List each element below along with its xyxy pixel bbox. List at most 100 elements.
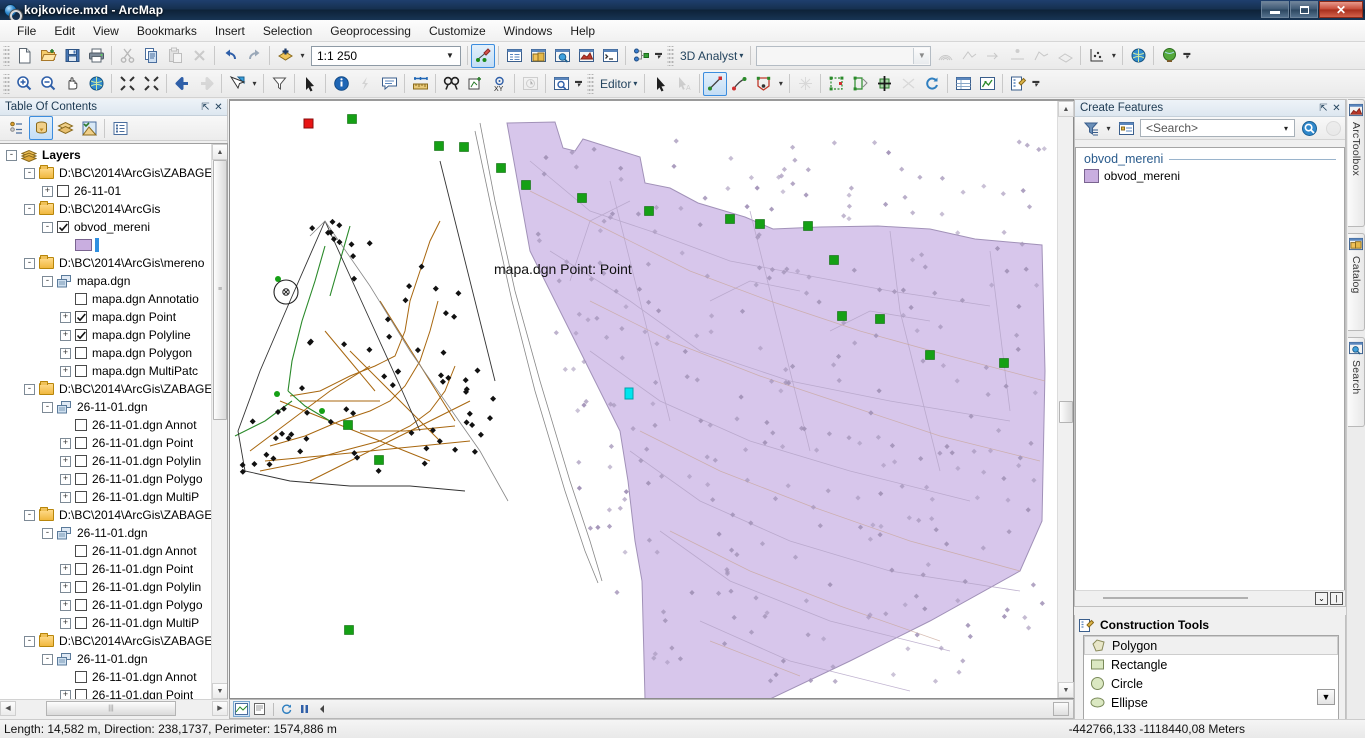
toc-tree-row[interactable]: + mapa.dgn Polyline — [0, 326, 211, 344]
close-button[interactable]: ✕ — [1319, 1, 1363, 18]
list-by-selection-icon[interactable] — [77, 116, 101, 140]
templates-search-input[interactable]: <Search> ▾ — [1140, 119, 1295, 137]
toc-tree-row[interactable]: - D:\BC\2014\ArcGis\ZABAGE — [0, 164, 211, 182]
edit-vertices-icon[interactable] — [824, 72, 848, 96]
toc-tree-row[interactable]: +26-11-01.dgn Point — [0, 434, 211, 452]
collapse-icon[interactable]: - — [24, 635, 35, 647]
map-scale-combo[interactable]: 1:1 250 ▼ — [311, 45, 461, 66]
pause-drawing-icon[interactable] — [296, 701, 313, 717]
layer-checkbox-unchecked[interactable] — [75, 563, 87, 575]
analyst-menu-label[interactable]: 3D Analyst — [676, 49, 739, 63]
collapse-panel-icon[interactable]: ⌄ — [1315, 592, 1328, 605]
layer-checkbox-unchecked[interactable] — [75, 347, 87, 359]
toc-tree[interactable]: - Layers - D:\BC\2014\ArcGis\ZABAGE +26-11-0… — [0, 143, 228, 699]
collapse-icon[interactable]: - — [24, 383, 35, 395]
analyst-overflow-icon[interactable]: ▬ ▾ — [1181, 44, 1192, 68]
side-tab-search[interactable]: Search — [1348, 337, 1365, 427]
rotate-icon[interactable] — [920, 72, 944, 96]
select-elements-icon[interactable] — [298, 72, 322, 96]
paste-icon[interactable] — [163, 44, 187, 68]
menu-file[interactable]: File — [8, 22, 45, 40]
refresh-icon[interactable] — [278, 701, 295, 717]
map-hscroll-track[interactable] — [334, 702, 1071, 716]
list-by-visibility-icon[interactable] — [53, 116, 77, 140]
construction-tool-list[interactable]: Polygon Rectangle Circle Ellipse ▼ — [1083, 635, 1339, 719]
list-by-source-icon[interactable] — [29, 116, 53, 140]
toc-tree-row[interactable]: +26-11-01.dgn Polygo — [0, 596, 211, 614]
create-features-hscrollbar[interactable]: ⌄ | — [1075, 590, 1345, 606]
toolbar-overflow-icon[interactable]: ▬ ▾ — [653, 44, 664, 68]
editor-overflow-icon[interactable]: ▬ ▾ — [1030, 72, 1041, 96]
collapse-icon[interactable]: - — [42, 221, 53, 233]
layer-checkbox-unchecked[interactable] — [75, 671, 87, 683]
toc-tree-row[interactable]: mapa.dgn Annotatio — [0, 290, 211, 308]
expand-icon[interactable]: + — [60, 437, 71, 449]
create-features-close-icon[interactable]: ✕ — [1330, 102, 1343, 115]
delete-icon[interactable] — [187, 44, 211, 68]
editor-menu-label[interactable]: Editor — [596, 77, 633, 91]
search-button-icon[interactable] — [1297, 116, 1321, 140]
pan-icon[interactable] — [60, 72, 84, 96]
toc-tree-row[interactable]: - D:\BC\2014\ArcGis — [0, 200, 211, 218]
midpoint-icon[interactable] — [727, 72, 751, 96]
go-next-extent-icon[interactable] — [194, 72, 218, 96]
expand-icon[interactable]: + — [60, 365, 71, 377]
find-route-icon[interactable] — [463, 72, 487, 96]
analyst-dropdown-icon[interactable]: ▾ — [739, 51, 747, 60]
scroll-left-icon[interactable] — [314, 701, 331, 717]
catalog-window-icon[interactable] — [526, 44, 550, 68]
map-vertical-scrollbar[interactable]: ▲ ▼ — [1057, 101, 1074, 698]
filter-templates-icon[interactable] — [1079, 116, 1103, 140]
toc-tree-row[interactable]: +26-11-01.dgn Polygo — [0, 470, 211, 488]
expand-icon[interactable]: + — [42, 185, 53, 197]
edit-annotation-icon[interactable]: A — [672, 72, 696, 96]
scatter-plot-icon[interactable] — [1084, 44, 1108, 68]
construction-tools-scroll-down-icon[interactable]: ▼ — [1317, 689, 1335, 705]
select-features-icon[interactable] — [225, 72, 249, 96]
expand-icon[interactable]: + — [60, 329, 71, 341]
toc-tree-row[interactable]: +26-11-01.dgn Polylin — [0, 578, 211, 596]
list-by-drawing-order-icon[interactable] — [5, 116, 29, 140]
cut-icon[interactable] — [115, 44, 139, 68]
toc-tree-row[interactable]: +26-11-01.dgn MultiP — [0, 614, 211, 632]
menu-windows[interactable]: Windows — [495, 22, 562, 40]
toc-tree-row[interactable]: 26-11-01.dgn Annot — [0, 542, 211, 560]
scroll-up-icon[interactable]: ▲ — [212, 144, 227, 160]
toc-scroll-thumb[interactable]: ≡ — [213, 160, 227, 420]
collapse-icon[interactable]: - — [24, 167, 35, 179]
fixed-zoom-out-icon[interactable] — [139, 72, 163, 96]
search-window-icon[interactable] — [550, 44, 574, 68]
toc-tree-row[interactable]: - D:\BC\2014\ArcGis\mereno — [0, 254, 211, 272]
toc-tree-row[interactable] — [0, 236, 211, 254]
collapse-icon[interactable]: - — [42, 527, 53, 539]
construction-tool-ellipse[interactable]: Ellipse — [1084, 693, 1338, 712]
expand-icon[interactable]: + — [60, 347, 71, 359]
layer-checkbox-unchecked[interactable] — [75, 491, 87, 503]
go-back-extent-icon[interactable] — [170, 72, 194, 96]
split-tool-icon[interactable] — [896, 72, 920, 96]
toolbar-grip[interactable] — [3, 45, 10, 66]
hyperlink-icon[interactable] — [353, 72, 377, 96]
arctoolbox-icon[interactable] — [574, 44, 598, 68]
menu-customize[interactable]: Customize — [420, 22, 495, 40]
editor-grip[interactable] — [587, 73, 594, 94]
create-viewer-icon[interactable] — [549, 72, 573, 96]
attributes-icon[interactable] — [951, 72, 975, 96]
menu-geoprocessing[interactable]: Geoprocessing — [321, 22, 420, 40]
map-hscroll-thumb[interactable] — [1053, 702, 1069, 716]
arcglobe-icon[interactable] — [1126, 44, 1150, 68]
trace-dropdown-icon[interactable]: ▾ — [775, 72, 786, 96]
sketch-properties-icon[interactable] — [793, 72, 817, 96]
fixed-zoom-in-icon[interactable] — [115, 72, 139, 96]
feature-template-list[interactable]: obvod_mereni obvod_mereni — [1075, 147, 1345, 590]
toc-options-icon[interactable] — [108, 116, 132, 140]
arcscene-icon[interactable] — [1157, 44, 1181, 68]
create-features-pin-icon[interactable]: ⇱ — [1317, 102, 1330, 115]
resize-panel-icon[interactable]: | — [1330, 592, 1343, 605]
edit-tool-icon[interactable] — [648, 72, 672, 96]
table-of-contents-icon[interactable] — [502, 44, 526, 68]
create-features-icon[interactable] — [1006, 72, 1030, 96]
time-slider-icon[interactable] — [518, 72, 542, 96]
editor-dropdown-icon[interactable]: ▾ — [633, 79, 641, 88]
collapse-icon[interactable]: - — [42, 275, 53, 287]
